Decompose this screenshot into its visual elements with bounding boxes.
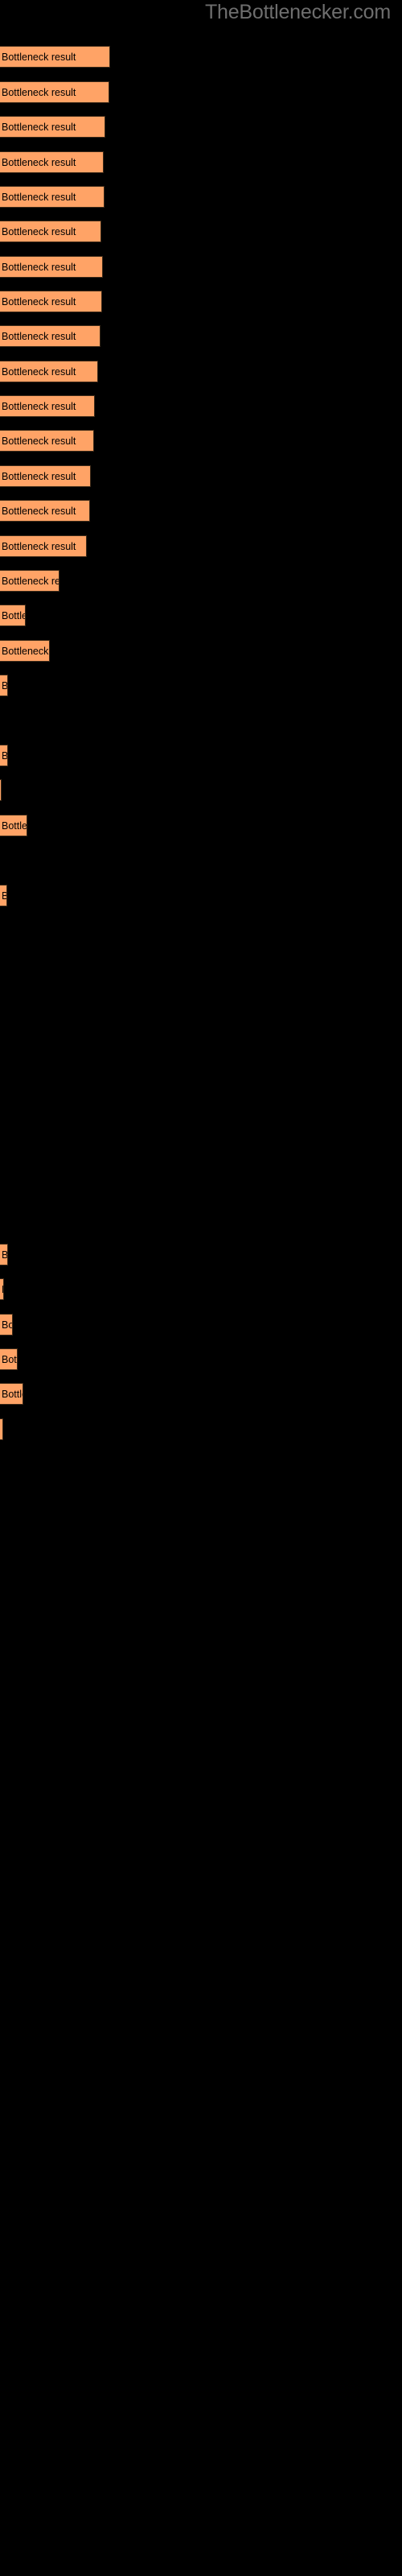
bar-label: Bottleneck result bbox=[2, 890, 6, 902]
bar-18[interactable]: Bottleneck result bbox=[0, 640, 50, 662]
bar-16[interactable]: Bottleneck result bbox=[0, 570, 59, 592]
bar-1[interactable]: Bottleneck result bbox=[0, 46, 110, 68]
bar-21[interactable]: Bottleneck result bbox=[0, 779, 2, 801]
bar-label: Bottleneck result bbox=[2, 400, 76, 412]
bar-27[interactable]: Bottleneck result bbox=[0, 1348, 18, 1370]
bar-label: Bottleneck result bbox=[2, 1424, 3, 1435]
bar-label: Bottleneck result bbox=[2, 51, 76, 63]
bar-label: Bottleneck result bbox=[2, 156, 76, 168]
bar-label: Bottleneck result bbox=[2, 470, 76, 482]
bar-12[interactable]: Bottleneck result bbox=[0, 430, 94, 452]
bar-label: Bottleneck result bbox=[2, 225, 76, 237]
bar-26[interactable]: Bottleneck result bbox=[0, 1314, 13, 1335]
bar-25[interactable]: Bottleneck result bbox=[0, 1278, 4, 1300]
bar-label: Bottleneck result bbox=[2, 679, 8, 691]
bar-label: Bottleneck result bbox=[2, 1319, 13, 1331]
bar-label: Bottleneck result bbox=[2, 1284, 3, 1295]
bar-5[interactable]: Bottleneck result bbox=[0, 186, 105, 208]
bar-chart-plot-area: Bottleneck result Bottleneck result Bottle… bbox=[0, 0, 402, 2576]
bar-label: Bottleneck result bbox=[2, 121, 76, 133]
bar-label: Bottleneck result bbox=[2, 540, 76, 552]
bar-label: Bottleneck result bbox=[2, 819, 27, 832]
bar-label: Bottleneck result bbox=[2, 609, 25, 621]
bar-label: Bottleneck result bbox=[2, 295, 76, 308]
bar-23[interactable]: Bottleneck result bbox=[0, 885, 7, 906]
bar-15[interactable]: Bottleneck result bbox=[0, 535, 87, 557]
bar-label: Bottleneck result bbox=[2, 1388, 23, 1400]
bar-label: Bottleneck result bbox=[2, 261, 76, 273]
bar-label: Bottleneck result bbox=[2, 1249, 8, 1261]
bar-6[interactable]: Bottleneck result bbox=[0, 221, 101, 242]
bar-label: Bottleneck result bbox=[2, 575, 59, 587]
bar-label: Bottleneck result bbox=[2, 191, 76, 203]
bar-3[interactable]: Bottleneck result bbox=[0, 116, 105, 138]
bar-17[interactable]: Bottleneck result bbox=[0, 605, 26, 626]
bar-10[interactable]: Bottleneck result bbox=[0, 361, 98, 382]
bar-13[interactable]: Bottleneck result bbox=[0, 465, 91, 487]
bar-8[interactable]: Bottleneck result bbox=[0, 291, 102, 312]
bar-4[interactable]: Bottleneck result bbox=[0, 151, 104, 173]
bar-label: Bottleneck result bbox=[2, 749, 8, 762]
bar-label: Bottleneck result bbox=[2, 645, 49, 657]
bar-label: Bottleneck result bbox=[2, 86, 76, 98]
bar-9[interactable]: Bottleneck result bbox=[0, 325, 100, 347]
bar-14[interactable]: Bottleneck result bbox=[0, 500, 90, 522]
bar-label: Bottleneck result bbox=[2, 435, 76, 447]
bar-label: Bottleneck result bbox=[2, 330, 76, 342]
bar-2[interactable]: Bottleneck result bbox=[0, 81, 109, 103]
bar-24[interactable]: Bottleneck result bbox=[0, 1244, 8, 1265]
chart-page: TheBottlenecker.com Bottleneck result Bot… bbox=[0, 0, 402, 2576]
bar-label: Bottleneck result bbox=[2, 1353, 17, 1365]
bar-22[interactable]: Bottleneck result bbox=[0, 815, 27, 836]
bar-11[interactable]: Bottleneck result bbox=[0, 395, 95, 417]
bar-label: Bottleneck result bbox=[2, 365, 76, 378]
bar-20[interactable]: Bottleneck result bbox=[0, 745, 8, 766]
bar-29[interactable]: Bottleneck result bbox=[0, 1418, 3, 1440]
bar-7[interactable]: Bottleneck result bbox=[0, 256, 103, 278]
bar-19[interactable]: Bottleneck result bbox=[0, 675, 8, 696]
bar-label: Bottleneck result bbox=[2, 505, 76, 517]
bar-28[interactable]: Bottleneck result bbox=[0, 1383, 23, 1405]
